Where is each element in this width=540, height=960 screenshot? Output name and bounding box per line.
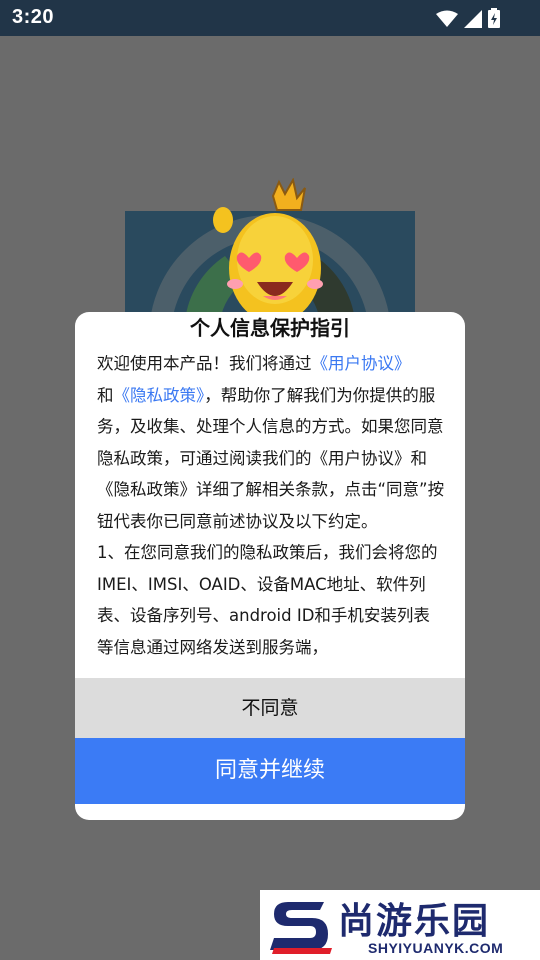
watermark-domain: SHYIYUANYK.COM (368, 940, 504, 956)
privacy-policy-link[interactable]: 《隐私政策》 (114, 386, 205, 405)
wifi-icon (436, 10, 458, 27)
watermark-brand: 尚游乐园 (338, 901, 491, 942)
privacy-dialog: 个人信息保护指引 欢迎使用本产品！我们将通过《用户协议》 和《隐私政策》，帮助你… (75, 312, 465, 820)
intro-rest: ，帮助你了解我们为你提供的服务，及收集、处理个人信息的方式。如果您同意隐私政策，… (97, 385, 445, 531)
status-bar: 3:20 (0, 0, 540, 36)
mascot-emoji-crown-icon (213, 178, 323, 323)
user-agreement-link[interactable]: 《用户协议》 (312, 354, 411, 373)
status-icons (436, 8, 500, 28)
brand-logo-icon (270, 902, 332, 954)
dialog-content[interactable]: 欢迎使用本产品！我们将通过《用户协议》 和《隐私政策》，帮助你了解我们为你提供的… (97, 348, 445, 676)
agree-continue-button[interactable]: 同意并继续 (75, 738, 465, 804)
intro-prefix: 欢迎使用本产品！我们将通过 (97, 354, 312, 373)
site-watermark: 尚游乐园 SHYIYUANYK.COM (260, 890, 540, 960)
clause-1: 1、在您同意我们的隐私政策后，我们会将您的IMEI、IMSI、OAID、设备MA… (97, 543, 438, 657)
disagree-button[interactable]: 不同意 (75, 678, 465, 738)
battery-charging-icon (488, 8, 500, 28)
status-time: 3:20 (12, 6, 55, 28)
dialog-title: 个人信息保护指引 (190, 316, 350, 340)
intro-connector: 和 (97, 385, 114, 405)
cell-signal-icon (464, 10, 482, 28)
